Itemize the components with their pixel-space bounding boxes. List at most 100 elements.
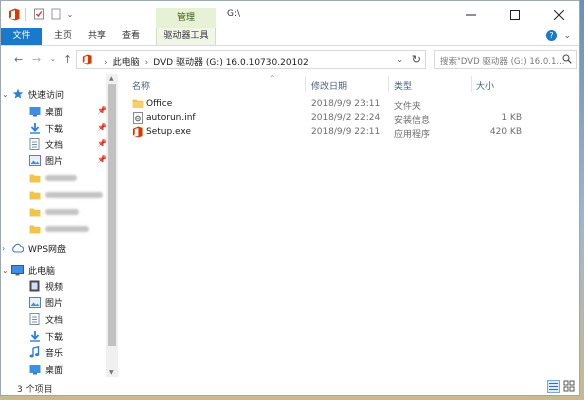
close-button[interactable] bbox=[537, 1, 579, 28]
quick-access-dropdown-icon[interactable]: ⌄ bbox=[63, 7, 77, 21]
nav-item-videos[interactable]: 视频 bbox=[28, 278, 63, 294]
nav-item-folder[interactable] bbox=[28, 221, 89, 237]
chevron-down-icon[interactable]: ⌄ bbox=[2, 266, 9, 275]
new-folder-icon[interactable] bbox=[49, 7, 63, 21]
file-type: 文件夹 bbox=[394, 102, 422, 112]
nav-item-documents[interactable]: 文档 bbox=[28, 136, 63, 152]
contextual-tab-manage[interactable]: 管理 bbox=[156, 8, 216, 28]
picture-icon bbox=[28, 296, 41, 309]
nav-label: 快速访问 bbox=[28, 90, 65, 101]
properties-icon[interactable] bbox=[32, 7, 46, 21]
file-size: 420 KB bbox=[489, 127, 522, 137]
office-setup-icon bbox=[132, 126, 144, 138]
download-icon bbox=[28, 122, 41, 135]
file-size: 1 KB bbox=[501, 113, 522, 123]
nav-label: 下载 bbox=[45, 332, 64, 343]
up-arrow-icon[interactable]: ↑ bbox=[63, 53, 72, 66]
file-row[interactable]: autorun.inf 2018/9/2 22:24 安装信息 1 KB bbox=[119, 112, 577, 126]
nav-item-folder[interactable] bbox=[28, 204, 79, 220]
folder-icon bbox=[132, 98, 144, 110]
tab-view[interactable]: 查看 bbox=[115, 28, 147, 45]
file-date: 2018/9/9 22:11 bbox=[311, 127, 381, 137]
help-icon[interactable]: ? bbox=[546, 30, 557, 41]
file-row[interactable]: Setup.exe 2018/9/9 22:11 应用程序 420 KB bbox=[119, 126, 577, 140]
office-app-icon[interactable] bbox=[7, 7, 21, 21]
scroll-up-icon[interactable]: ▲ bbox=[109, 75, 114, 82]
desktop-icon bbox=[28, 105, 41, 118]
redacted-label bbox=[45, 175, 77, 181]
search-placeholder: 搜索"DVD 驱动器 (G:) 16.0.1... bbox=[440, 57, 565, 67]
file-type: 应用程序 bbox=[394, 130, 431, 140]
large-icons-view-icon[interactable] bbox=[563, 380, 576, 393]
minimize-button[interactable] bbox=[449, 1, 493, 28]
nav-item-pictures[interactable]: 图片 bbox=[28, 294, 63, 310]
chevron-right-icon[interactable]: › bbox=[104, 58, 108, 68]
file-name[interactable]: Office bbox=[146, 99, 172, 109]
scroll-down-icon[interactable]: ▼ bbox=[109, 369, 114, 376]
title-bar: ⌄ 管理 G:\ bbox=[1, 1, 579, 28]
chevron-down-icon[interactable]: ⌄ bbox=[2, 90, 9, 99]
column-header-date[interactable]: 修改日期 bbox=[311, 79, 347, 92]
back-arrow-icon[interactable]: ← bbox=[14, 53, 23, 66]
tab-file[interactable]: 文件 bbox=[1, 28, 42, 45]
address-bar[interactable]: › 此电脑 › DVD 驱动器 (G:) 16.0.10730.20102 ⌄ ↻ bbox=[76, 50, 426, 69]
breadcrumb-this-pc[interactable]: 此电脑 bbox=[113, 58, 140, 68]
nav-label: WPS网盘 bbox=[28, 244, 67, 255]
nav-item-desktop[interactable]: 桌面 bbox=[28, 361, 63, 377]
folder-icon bbox=[28, 206, 41, 219]
refresh-icon[interactable]: ↻ bbox=[412, 53, 421, 66]
file-date: 2018/9/9 23:11 bbox=[311, 99, 381, 109]
picture-icon bbox=[28, 154, 41, 167]
file-name[interactable]: Setup.exe bbox=[146, 127, 191, 137]
scrollbar-thumb[interactable] bbox=[108, 84, 116, 346]
redacted-label bbox=[45, 192, 103, 198]
nav-label: 视频 bbox=[45, 282, 64, 293]
file-list: ⌃ 名称 修改日期 类型 大小 Office 2018/9/9 23:11 文件… bbox=[119, 74, 577, 377]
nav-quick-access[interactable]: ⌄ 快速访问 bbox=[2, 86, 65, 102]
nav-item-music[interactable]: 音乐 bbox=[28, 344, 63, 360]
ribbon-tabs: 文件 主页 共享 查看 驱动器工具 ? ⌄ bbox=[1, 28, 579, 46]
chevron-right-icon[interactable]: › bbox=[145, 58, 149, 68]
address-dropdown-icon[interactable]: ⌄ bbox=[396, 55, 403, 64]
folder-icon bbox=[28, 223, 41, 236]
nav-item-this-pc[interactable]: ⌄ 此电脑 bbox=[2, 262, 56, 278]
breadcrumb-dvd-drive[interactable]: DVD 驱动器 (G:) 16.0.10730.20102 bbox=[153, 58, 309, 68]
details-view-icon[interactable] bbox=[547, 380, 560, 393]
video-icon bbox=[28, 280, 41, 293]
nav-item-downloads[interactable]: 下载 bbox=[28, 328, 63, 344]
expand-ribbon-icon[interactable]: ⌄ bbox=[563, 31, 571, 41]
column-header-name[interactable]: 名称 bbox=[132, 79, 150, 92]
nav-scrollbar[interactable]: ▲ ▼ bbox=[106, 74, 118, 377]
tab-drive-tools[interactable]: 驱动器工具 bbox=[156, 28, 216, 45]
music-icon bbox=[28, 346, 41, 359]
tab-home[interactable]: 主页 bbox=[47, 28, 79, 45]
forward-arrow-icon[interactable]: → bbox=[32, 53, 41, 66]
tab-share[interactable]: 共享 bbox=[81, 28, 113, 45]
breadcrumb: › 此电脑 › DVD 驱动器 (G:) 16.0.10730.20102 bbox=[99, 55, 309, 68]
sort-chevron-icon[interactable]: ⌃ bbox=[269, 74, 276, 83]
nav-item-folder[interactable] bbox=[28, 187, 103, 203]
nav-item-folder[interactable] bbox=[28, 170, 77, 186]
search-icon[interactable] bbox=[562, 54, 572, 67]
chevron-right-icon[interactable]: › bbox=[2, 244, 5, 253]
nav-label: 此电脑 bbox=[28, 266, 56, 277]
nav-item-pictures[interactable]: 图片 bbox=[28, 152, 63, 168]
nav-label: 文档 bbox=[45, 315, 64, 326]
column-header-type[interactable]: 类型 bbox=[394, 79, 412, 92]
recent-locations-icon[interactable]: ⌄ bbox=[50, 55, 56, 63]
file-date: 2018/9/2 22:24 bbox=[311, 113, 381, 123]
folder-icon bbox=[28, 189, 41, 202]
maximize-button[interactable] bbox=[493, 1, 537, 28]
document-icon bbox=[28, 313, 41, 326]
file-name[interactable]: autorun.inf bbox=[146, 113, 196, 123]
nav-item-downloads[interactable]: 下载 bbox=[28, 120, 63, 136]
search-input[interactable]: 搜索"DVD 驱动器 (G:) 16.0.1... bbox=[434, 50, 577, 69]
nav-item-wps-cloud[interactable]: › WPS网盘 bbox=[2, 240, 67, 256]
office-drive-icon bbox=[82, 54, 92, 68]
document-icon bbox=[28, 138, 41, 151]
nav-item-desktop[interactable]: 桌面 bbox=[28, 103, 63, 119]
column-header-size[interactable]: 大小 bbox=[476, 79, 494, 92]
file-row[interactable]: Office 2018/9/9 23:11 文件夹 bbox=[119, 98, 577, 112]
star-icon bbox=[11, 88, 24, 101]
nav-item-documents[interactable]: 文档 bbox=[28, 311, 63, 327]
